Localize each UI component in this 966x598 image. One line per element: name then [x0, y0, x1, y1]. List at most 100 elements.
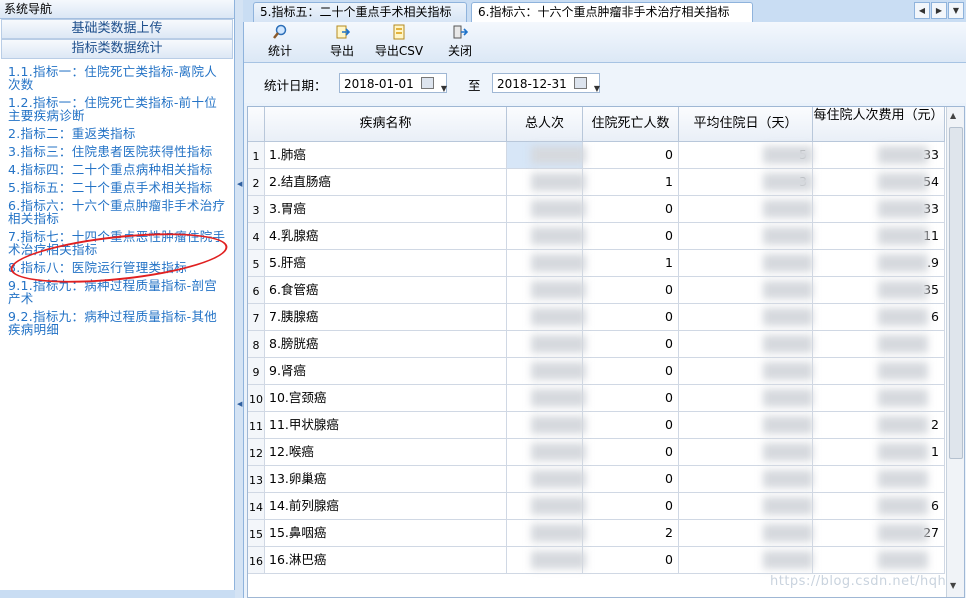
dropdown-arrow-icon[interactable]: ▼ [441, 79, 447, 99]
nav-item-indicator-9-1[interactable]: 9.1.指标九：病种过程质量指标-剖宫产术 [8, 279, 228, 305]
tab-indicator-6[interactable]: 6.指标六：十六个重点肿瘤非手术治疗相关指标 ✕ [471, 2, 753, 38]
disease-name-cell[interactable]: 4.乳腺癌 [265, 223, 507, 249]
scroll-up-icon[interactable]: ▲ [950, 111, 956, 120]
row-number[interactable]: 4 [248, 223, 265, 249]
tab-menu-icon[interactable]: ▼ [948, 2, 964, 19]
deaths-cell[interactable]: 0 [583, 412, 679, 438]
deaths-cell[interactable]: 0 [583, 358, 679, 384]
dropdown-arrow-icon[interactable]: ▼ [594, 79, 600, 99]
disease-name-cell[interactable]: 14.前列腺癌 [265, 493, 507, 519]
row-number[interactable]: 13 [248, 466, 265, 492]
disease-name-cell[interactable]: 15.鼻咽癌 [265, 520, 507, 546]
nav-item-indicator-1-2[interactable]: 1.2.指标一：住院死亡类指标-前十位主要疾病诊断 [8, 96, 228, 122]
deaths-cell[interactable]: 0 [583, 466, 679, 492]
nav-item-indicator-6[interactable]: 6.指标六：十六个重点肿瘤非手术治疗相关指标 [8, 199, 228, 225]
table-row[interactable]: 11.肺癌0533 [248, 142, 945, 169]
nav-section-indicator-stats[interactable]: 指标类数据统计 [1, 39, 233, 59]
table-row[interactable]: 15 15.鼻咽癌 2 27 [248, 520, 945, 547]
row-number[interactable]: 5 [248, 250, 265, 276]
row-number[interactable]: 7 [248, 304, 265, 330]
deaths-cell[interactable]: 0 [583, 142, 679, 168]
disease-name-cell[interactable]: 11.甲状腺癌 [265, 412, 507, 438]
close-button[interactable]: 关闭 [442, 24, 478, 60]
row-number[interactable]: 16 [248, 547, 265, 573]
table-row[interactable]: 3 3.胃癌 0 33 [248, 196, 945, 223]
deaths-cell[interactable]: 0 [583, 223, 679, 249]
row-number[interactable]: 11 [248, 412, 265, 438]
deaths-cell[interactable]: 2 [583, 520, 679, 546]
deaths-cell[interactable]: 1 [583, 169, 679, 195]
deaths-cell[interactable]: 1 [583, 250, 679, 276]
table-row[interactable]: 5 5.肝癌 1.9 [248, 250, 945, 277]
nav-item-indicator-4[interactable]: 4.指标四：二十个重点病种相关指标 [8, 163, 228, 176]
table-row[interactable]: 11 11.甲状腺癌 0 2 [248, 412, 945, 439]
table-row[interactable]: 12 12.喉癌 0 1 [248, 439, 945, 466]
table-row[interactable]: 6 6.食管癌 0 35 [248, 277, 945, 304]
panel-splitter[interactable]: ◀ ◀ [235, 0, 243, 598]
nav-item-indicator-3[interactable]: 3.指标三：住院患者医院获得性指标 [8, 145, 228, 158]
disease-name-cell[interactable]: 7.胰腺癌 [265, 304, 507, 330]
collapse-left-icon[interactable]: ◀ [237, 180, 242, 188]
tab-scroll-left-icon[interactable]: ◀ [914, 2, 930, 19]
disease-name-cell[interactable]: 1.肺癌 [265, 142, 507, 168]
row-number[interactable]: 2 [248, 169, 265, 195]
disease-name-cell[interactable]: 3.胃癌 [265, 196, 507, 222]
nav-item-indicator-2[interactable]: 2.指标二：重返类指标 [8, 127, 228, 140]
column-header-cost[interactable]: 每住院人次费用（元） [813, 107, 945, 141]
table-row[interactable]: 14 14.前列腺癌 0 6 [248, 493, 945, 520]
row-number[interactable]: 1 [248, 142, 265, 168]
row-number[interactable]: 9 [248, 358, 265, 384]
nav-section-basic-upload[interactable]: 基础类数据上传 [1, 19, 233, 39]
nav-item-indicator-8[interactable]: 8.指标八：医院运行管理类指标 [8, 261, 228, 274]
row-number[interactable]: 14 [248, 493, 265, 519]
table-row[interactable]: 8 8.膀胱癌 0 [248, 331, 945, 358]
table-row[interactable]: 10 10.宫颈癌 0 [248, 385, 945, 412]
start-date-picker[interactable]: 2018-01-01 ▼ [339, 73, 447, 93]
column-header-total[interactable]: 总人次 [507, 107, 583, 141]
row-number[interactable]: 6 [248, 277, 265, 303]
nav-item-indicator-9-2[interactable]: 9.2.指标九：病种过程质量指标-其他疾病明细 [8, 310, 228, 336]
table-row[interactable]: 13 13.卵巢癌 0 [248, 466, 945, 493]
nav-item-indicator-7[interactable]: 7.指标七：十四个重点恶性肿瘤住院手术治疗相关指标 [8, 230, 228, 256]
disease-name-cell[interactable]: 16.淋巴癌 [265, 547, 507, 573]
nav-item-indicator-1-1[interactable]: 1.1.指标一：住院死亡类指标-离院人次数 [8, 65, 228, 91]
disease-name-cell[interactable]: 13.卵巢癌 [265, 466, 507, 492]
deaths-cell[interactable]: 0 [583, 547, 679, 573]
deaths-cell[interactable]: 0 [583, 304, 679, 330]
row-number[interactable]: 8 [248, 331, 265, 357]
table-row[interactable]: 9 9.肾癌 0 [248, 358, 945, 385]
deaths-cell[interactable]: 0 [583, 277, 679, 303]
disease-name-cell[interactable]: 10.宫颈癌 [265, 385, 507, 411]
stat-button[interactable]: 统计 [262, 24, 298, 60]
collapse-left-icon-2[interactable]: ◀ [237, 400, 242, 408]
export-csv-button[interactable]: 导出CSV [374, 24, 424, 60]
disease-name-cell[interactable]: 2.结直肠癌 [265, 169, 507, 195]
scroll-thumb[interactable] [949, 127, 963, 459]
nav-item-indicator-5[interactable]: 5.指标五：二十个重点手术相关指标 [8, 181, 228, 194]
end-date-picker[interactable]: 2018-12-31 ▼ [492, 73, 600, 93]
row-number[interactable]: 15 [248, 520, 265, 546]
column-header-disease[interactable]: 疾病名称 [265, 107, 507, 141]
data-grid[interactable]: 疾病名称 总人次 住院死亡人数 平均住院日（天） 每住院人次费用（元） 1 1.肺… [247, 106, 965, 598]
vertical-scrollbar[interactable]: ▲ ▼ [946, 107, 964, 597]
column-header-avg-days[interactable]: 平均住院日（天） [679, 107, 813, 141]
deaths-cell[interactable]: 0 [583, 385, 679, 411]
row-number[interactable]: 10 [248, 385, 265, 411]
deaths-cell[interactable]: 0 [583, 493, 679, 519]
row-number[interactable]: 12 [248, 439, 265, 465]
table-row[interactable]: 22.结直肠癌1354 [248, 169, 945, 196]
disease-name-cell[interactable]: 12.喉癌 [265, 439, 507, 465]
scroll-down-icon[interactable]: ▼ [950, 581, 956, 590]
export-button[interactable]: 导出 [324, 24, 360, 60]
disease-name-cell[interactable]: 6.食管癌 [265, 277, 507, 303]
tab-scroll-right-icon[interactable]: ▶ [931, 2, 947, 19]
disease-name-cell[interactable]: 8.膀胱癌 [265, 331, 507, 357]
table-row[interactable]: 7 7.胰腺癌 0 6 [248, 304, 945, 331]
column-header-deaths[interactable]: 住院死亡人数 [583, 107, 679, 141]
table-row[interactable]: 16 16.淋巴癌 0 [248, 547, 945, 574]
row-number[interactable]: 3 [248, 196, 265, 222]
disease-name-cell[interactable]: 9.肾癌 [265, 358, 507, 384]
tab-indicator-5[interactable]: 5.指标五：二十个重点手术相关指标 [253, 2, 467, 22]
deaths-cell[interactable]: 0 [583, 439, 679, 465]
deaths-cell[interactable]: 0 [583, 196, 679, 222]
